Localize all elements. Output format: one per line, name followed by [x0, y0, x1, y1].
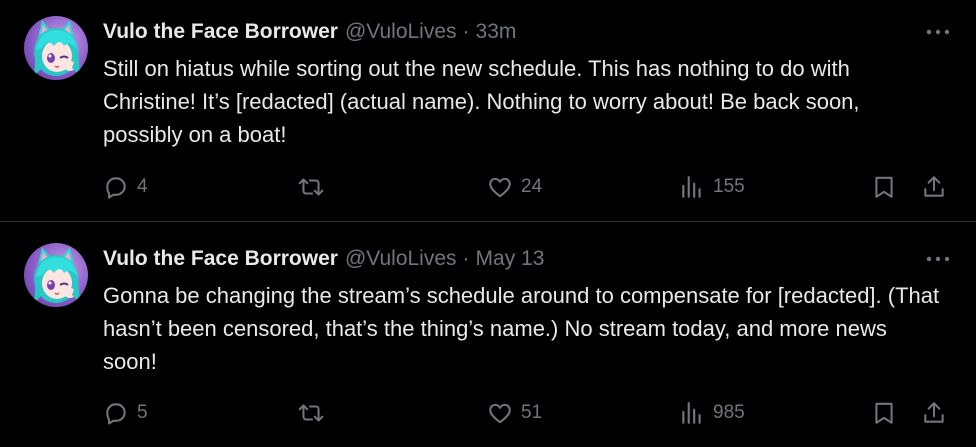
- reply-button[interactable]: 5: [103, 396, 148, 430]
- reply-bubble-icon: [106, 177, 126, 199]
- tweet[interactable]: Vulo the Face Borrower @VuloLives · 33m …: [0, 0, 976, 222]
- avatar[interactable]: [24, 243, 88, 307]
- display-name[interactable]: Vulo the Face Borrower: [103, 247, 338, 271]
- share-upload-icon: [924, 402, 944, 423]
- timestamp[interactable]: 33m: [476, 20, 517, 44]
- view-count: 155: [713, 176, 745, 197]
- bookmark-icon: [875, 402, 893, 424]
- retweet-icon: [298, 404, 324, 422]
- tweet-header: Vulo the Face Borrower @VuloLives · May …: [103, 245, 544, 273]
- avatar-image: [34, 20, 80, 76]
- views-button[interactable]: 155: [679, 170, 745, 204]
- separator: ·: [462, 247, 470, 270]
- views-button[interactable]: 985: [679, 396, 745, 430]
- like-count: 24: [521, 176, 543, 197]
- avatar-image: [34, 247, 80, 303]
- retweet-icon: [298, 178, 324, 196]
- heart-icon: [489, 403, 511, 424]
- bookmark-button[interactable]: [871, 396, 897, 430]
- user-handle[interactable]: @VuloLives: [345, 20, 457, 44]
- share-upload-icon: [924, 176, 944, 197]
- separator: ·: [462, 20, 470, 43]
- reply-button[interactable]: 4: [103, 170, 148, 204]
- share-button[interactable]: [921, 396, 947, 430]
- reply-bubble-icon: [106, 403, 126, 425]
- tweet-text: Gonna be changing the stream’s schedule …: [103, 283, 940, 374]
- tweet[interactable]: Vulo the Face Borrower @VuloLives · May …: [0, 223, 976, 447]
- reply-count: 5: [137, 402, 148, 423]
- heart-icon: [489, 177, 511, 198]
- tweet-text: Still on hiatus while sorting out the ne…: [103, 56, 860, 147]
- like-count: 51: [521, 402, 543, 423]
- avatar[interactable]: [24, 16, 88, 80]
- user-handle[interactable]: @VuloLives: [345, 247, 457, 271]
- retweet-button[interactable]: [297, 170, 333, 204]
- more-horizontal-icon: [926, 256, 950, 262]
- tweet-header: Vulo the Face Borrower @VuloLives · 33m: [103, 18, 516, 46]
- reply-count: 4: [137, 176, 148, 197]
- like-button[interactable]: 24: [487, 170, 542, 204]
- bar-chart-icon: [682, 402, 701, 424]
- more-options-button[interactable]: [924, 22, 952, 42]
- like-button[interactable]: 51: [487, 396, 542, 430]
- display-name[interactable]: Vulo the Face Borrower: [103, 20, 338, 44]
- bookmark-button[interactable]: [871, 170, 897, 204]
- retweet-button[interactable]: [297, 396, 333, 430]
- share-button[interactable]: [921, 170, 947, 204]
- more-horizontal-icon: [926, 29, 950, 35]
- tweet-actions: 4 24 155: [103, 170, 953, 204]
- more-options-button[interactable]: [924, 249, 952, 269]
- tweet-actions: 5 51 985: [103, 396, 953, 430]
- view-count: 985: [713, 402, 745, 423]
- bar-chart-icon: [682, 176, 701, 198]
- timestamp[interactable]: May 13: [476, 247, 545, 271]
- bookmark-icon: [875, 176, 893, 198]
